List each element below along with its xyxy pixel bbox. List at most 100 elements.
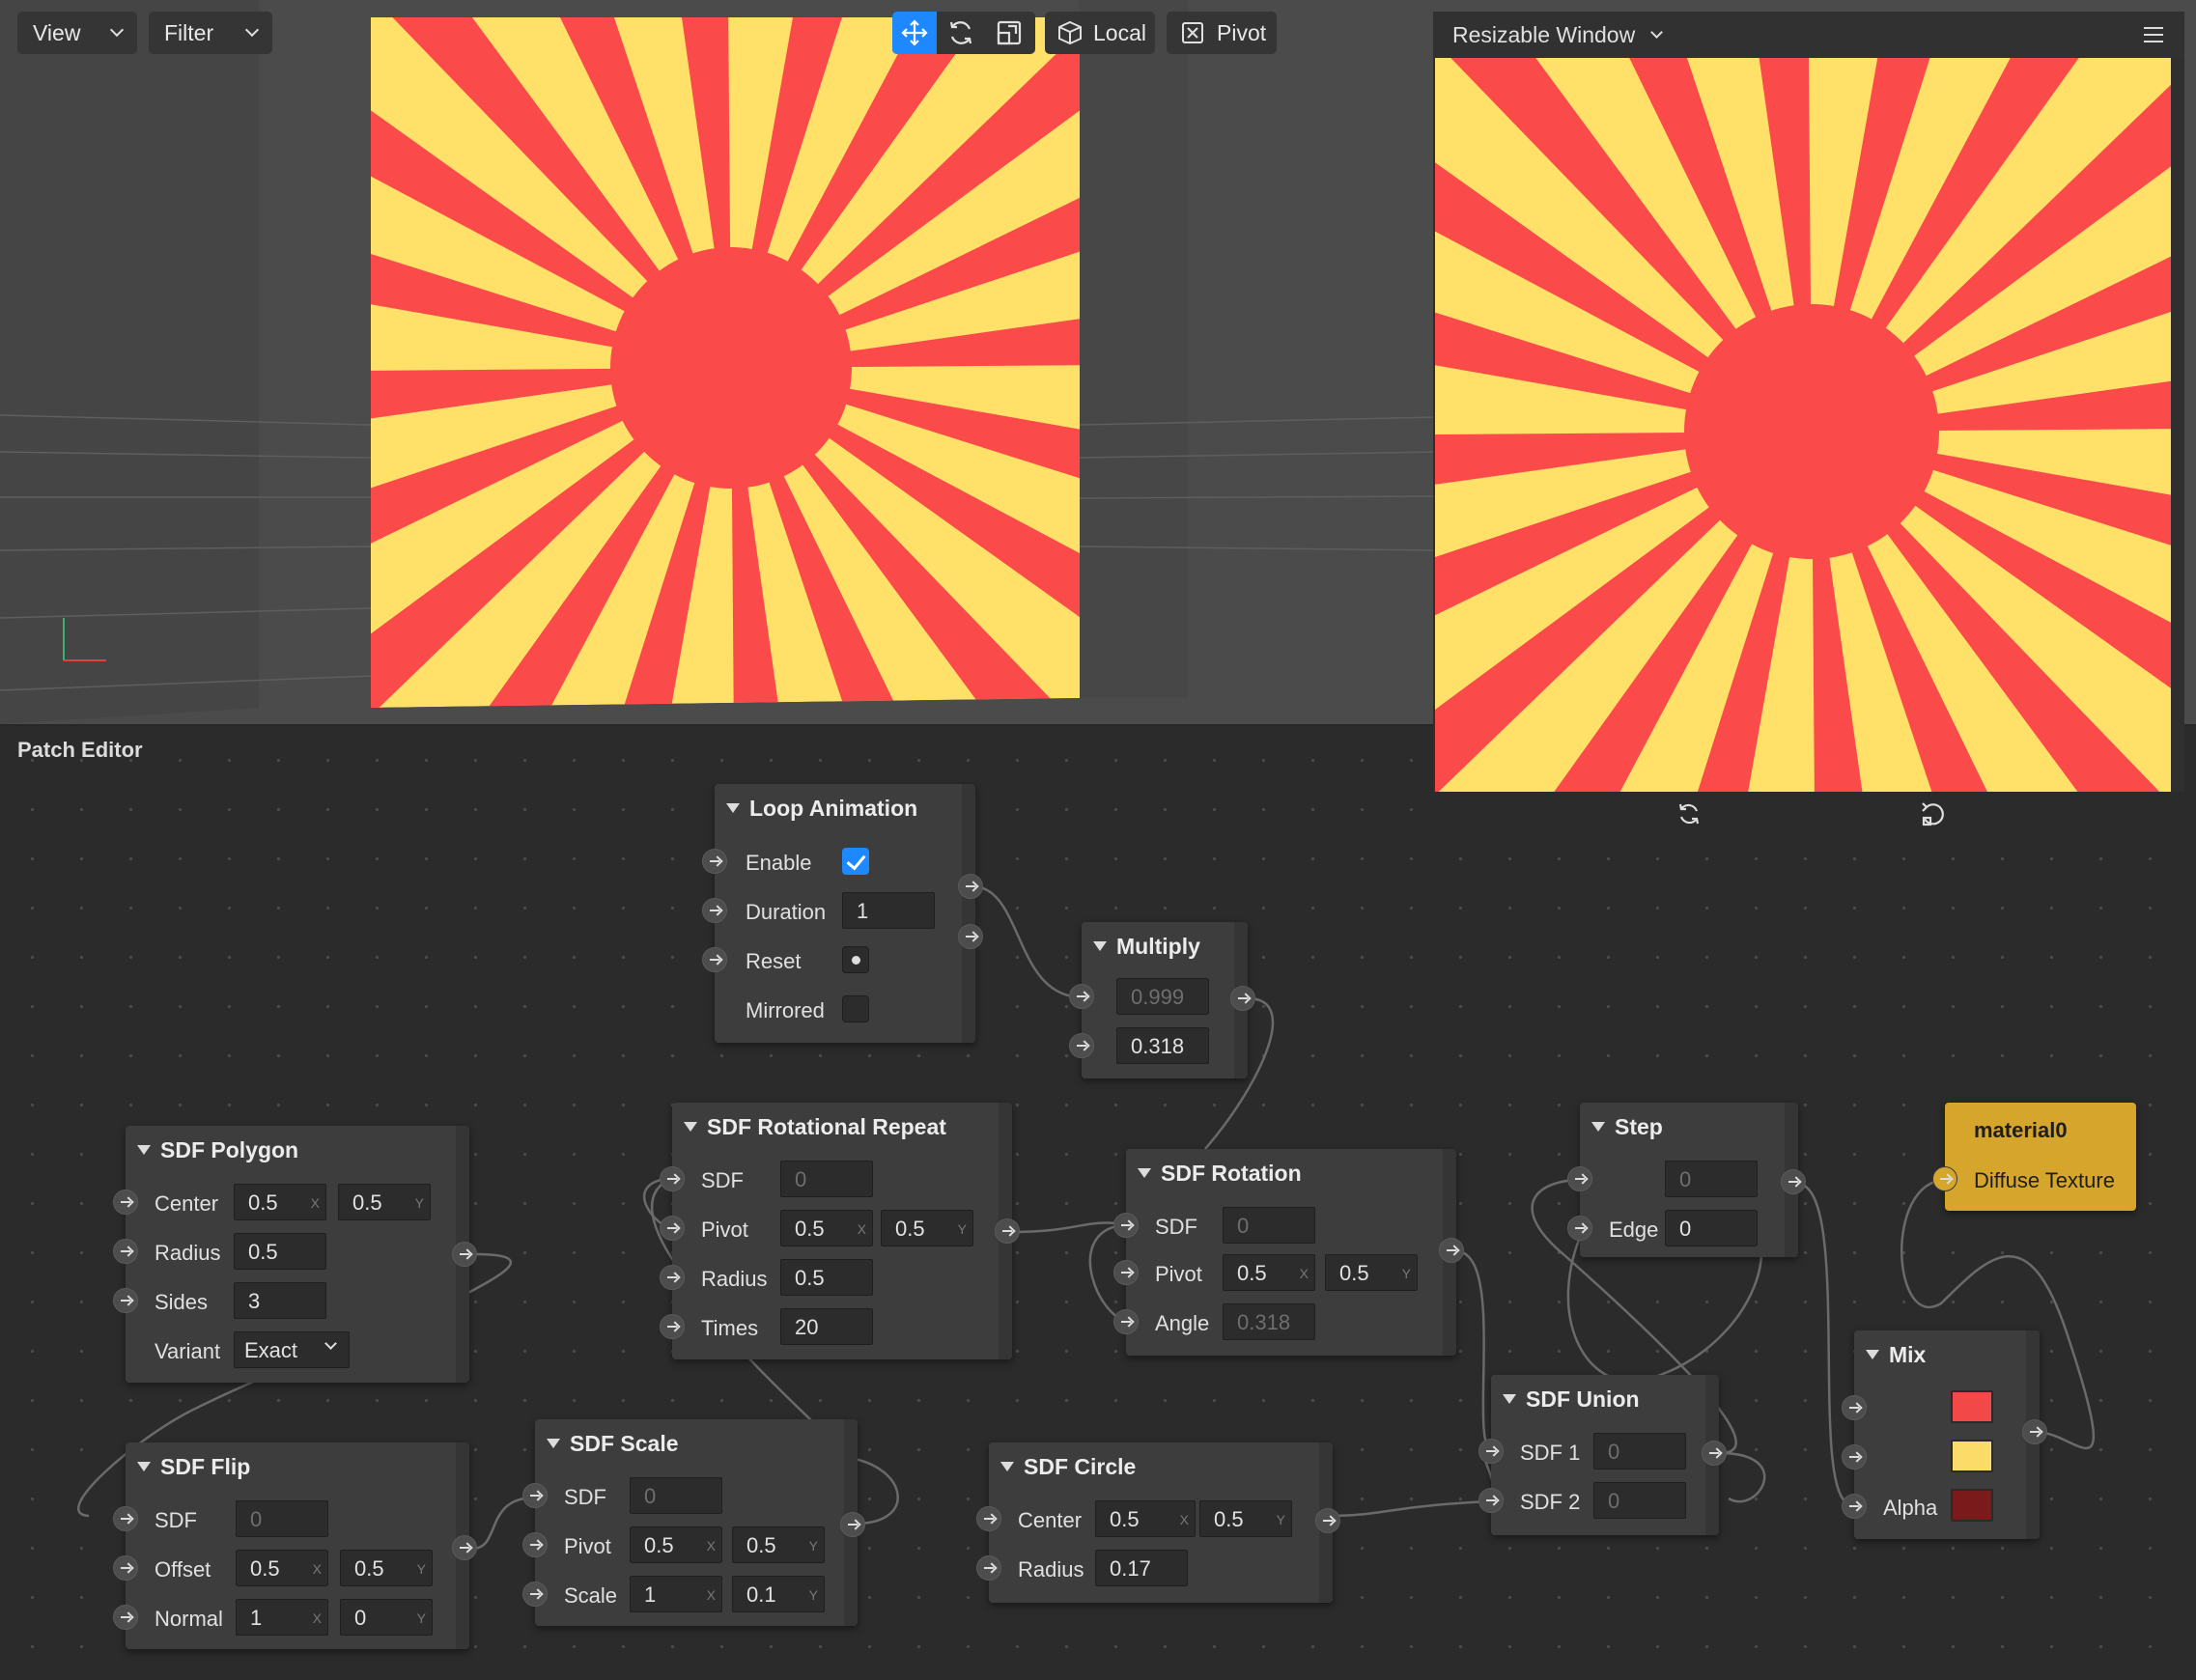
pivot-input-port[interactable] xyxy=(1113,1260,1139,1285)
move-tool-button[interactable] xyxy=(892,12,937,54)
collapse-triangle-icon[interactable] xyxy=(1093,940,1107,951)
edge-field[interactable]: 0 xyxy=(1665,1210,1758,1246)
scale-y-field[interactable]: 0.1 Y xyxy=(732,1576,825,1612)
collapse-triangle-icon[interactable] xyxy=(547,1438,560,1448)
pivot-y-field[interactable]: 0.5 Y xyxy=(732,1526,825,1563)
sdf1-input-port[interactable] xyxy=(1478,1439,1504,1464)
center-x-field[interactable]: 0.5 X xyxy=(1095,1500,1196,1537)
offset-x-field[interactable]: 0.5 X xyxy=(236,1550,328,1586)
mix-color1-swatch[interactable] xyxy=(1951,1390,1993,1423)
mix-title[interactable]: Mix xyxy=(1854,1342,1926,1368)
edge-input-port[interactable] xyxy=(1567,1216,1592,1241)
mix-color2-input-port[interactable] xyxy=(1842,1444,1867,1470)
restart-icon[interactable] xyxy=(1917,799,1946,828)
collapse-triangle-icon[interactable] xyxy=(1503,1393,1516,1404)
rotate-tool-button[interactable] xyxy=(937,12,985,54)
radius-input-port[interactable] xyxy=(113,1239,138,1264)
offset-input-port[interactable] xyxy=(113,1555,138,1581)
refresh-icon[interactable] xyxy=(1675,799,1703,828)
pivot-input-port[interactable] xyxy=(660,1216,685,1241)
mix-output-port[interactable] xyxy=(2022,1419,2047,1444)
center-y-field[interactable]: 0.5 Y xyxy=(338,1184,431,1220)
sdf-circle-title[interactable]: SDF Circle xyxy=(989,1454,1136,1480)
sdf-rotation-title[interactable]: SDF Rotation xyxy=(1126,1161,1302,1187)
times-input-port[interactable] xyxy=(660,1314,685,1339)
pivot-y-field[interactable]: 0.5 Y xyxy=(1325,1254,1418,1291)
collapse-triangle-icon[interactable] xyxy=(1866,1349,1879,1359)
preview-title[interactable]: Resizable Window xyxy=(1452,22,1635,48)
loop-animation-title[interactable]: Loop Animation xyxy=(715,796,917,822)
multiply-input-b-port[interactable] xyxy=(1069,1033,1094,1058)
radius-field[interactable]: 0.17 xyxy=(1095,1550,1188,1586)
sdf-rotation-node[interactable]: SDF Rotation SDF 0 Pivot 0.5 X 0.5 Y Angle 0… xyxy=(1113,1149,1464,1356)
sides-input-port[interactable] xyxy=(113,1288,138,1313)
sdf-rotational-repeat-title[interactable]: SDF Rotational Repeat xyxy=(672,1114,946,1140)
mix-color1-input-port[interactable] xyxy=(1842,1395,1867,1420)
sdf1-field[interactable]: 0 xyxy=(1593,1433,1686,1470)
circle-output-port[interactable] xyxy=(1315,1508,1340,1533)
sdf-scale-title[interactable]: SDF Scale xyxy=(535,1431,679,1457)
sdf-input-port[interactable] xyxy=(660,1166,685,1191)
reset-pulse-button[interactable] xyxy=(842,946,869,973)
collapse-triangle-icon[interactable] xyxy=(137,1144,151,1155)
center-y-field[interactable]: 0.5 Y xyxy=(1199,1500,1292,1537)
angle-input-port[interactable] xyxy=(1113,1309,1139,1334)
radius-input-port[interactable] xyxy=(976,1555,1001,1581)
sdf-field[interactable]: 0 xyxy=(630,1477,722,1514)
duration-field[interactable]: 1 xyxy=(842,892,935,929)
chevron-down-icon[interactable] xyxy=(1650,25,1664,39)
preview-window[interactable]: Resizable Window xyxy=(1433,12,2184,837)
sdf-input-port[interactable] xyxy=(113,1506,138,1531)
collapse-triangle-icon[interactable] xyxy=(1591,1121,1605,1132)
mirrored-checkbox[interactable] xyxy=(842,995,869,1022)
pivot-y-field[interactable]: 0.5 Y xyxy=(881,1210,973,1246)
scale-input-port[interactable] xyxy=(522,1582,548,1607)
sdf-union-node[interactable]: SDF Union SDF 1 0 SDF 2 0 xyxy=(1478,1375,1727,1535)
radius-field[interactable]: 0.5 xyxy=(780,1259,873,1296)
multiply-output-port[interactable] xyxy=(1230,986,1255,1011)
multiply-input-a-port[interactable] xyxy=(1069,984,1094,1009)
step-input-field[interactable]: 0 xyxy=(1665,1161,1758,1197)
step-node[interactable]: Step 0 Edge 0 xyxy=(1567,1103,1806,1257)
union-output-port[interactable] xyxy=(1702,1441,1727,1466)
sdf-scale-node[interactable]: SDF Scale SDF 0 Pivot 0.5 X 0.5 Y Scale 1X … xyxy=(522,1419,865,1626)
mix-color2-swatch[interactable] xyxy=(1951,1440,1993,1472)
collapse-triangle-icon[interactable] xyxy=(1138,1167,1151,1178)
scale-x-field[interactable]: 1X xyxy=(630,1576,722,1612)
enable-checkbox[interactable] xyxy=(842,848,869,875)
normal-input-port[interactable] xyxy=(113,1605,138,1630)
center-x-field[interactable]: 0.5 X xyxy=(234,1184,326,1220)
sdf-polygon-title[interactable]: SDF Polygon xyxy=(126,1137,298,1163)
polygon-output-port[interactable] xyxy=(452,1242,477,1267)
sdf-polygon-node[interactable]: SDF Polygon Center 0.5 X 0.5 Y Radius 0.5 S… xyxy=(113,1126,477,1383)
pivot-x-field[interactable]: 0.5 X xyxy=(1223,1254,1315,1291)
alpha-swatch[interactable] xyxy=(1951,1489,1993,1522)
step-input-port[interactable] xyxy=(1567,1166,1592,1191)
loop-output-port[interactable] xyxy=(958,924,983,949)
collapse-triangle-icon[interactable] xyxy=(1000,1461,1014,1471)
sdf2-input-port[interactable] xyxy=(1478,1488,1504,1513)
loop-animation-node[interactable]: Loop Animation Enable Duration 1 Reset Mi… xyxy=(702,784,983,1043)
normal-x-field[interactable]: 1X xyxy=(236,1599,328,1636)
pivot-input-port[interactable] xyxy=(522,1532,548,1557)
multiply-input-a-field[interactable]: 0.999 xyxy=(1116,978,1209,1015)
sdf-input-port[interactable] xyxy=(1113,1213,1139,1238)
center-input-port[interactable] xyxy=(113,1190,138,1215)
collapse-triangle-icon[interactable] xyxy=(726,802,740,813)
step-output-port[interactable] xyxy=(1781,1169,1806,1194)
flip-output-port[interactable] xyxy=(452,1535,477,1560)
scale-tool-button[interactable] xyxy=(985,12,1033,54)
step-title[interactable]: Step xyxy=(1580,1114,1663,1140)
sdf2-field[interactable]: 0 xyxy=(1593,1482,1686,1519)
duration-input-port[interactable] xyxy=(702,898,727,923)
sdf-circle-node[interactable]: SDF Circle Center 0.5 X 0.5 Y Radius 0.17 xyxy=(976,1442,1340,1603)
rotation-output-port[interactable] xyxy=(1439,1238,1464,1263)
center-input-port[interactable] xyxy=(976,1506,1001,1531)
pivot-x-field[interactable]: 0.5 X xyxy=(630,1526,722,1563)
rotational-repeat-output-port[interactable] xyxy=(995,1218,1020,1244)
view-menu-button[interactable]: View xyxy=(17,12,137,54)
sdf-rotational-repeat-node[interactable]: SDF Rotational Repeat SDF 0 Pivot 0.5 X 0.… xyxy=(660,1103,1020,1359)
sdf-field[interactable]: 0 xyxy=(236,1500,328,1537)
sdf-flip-title[interactable]: SDF Flip xyxy=(126,1454,250,1480)
times-field[interactable]: 20 xyxy=(780,1308,873,1345)
